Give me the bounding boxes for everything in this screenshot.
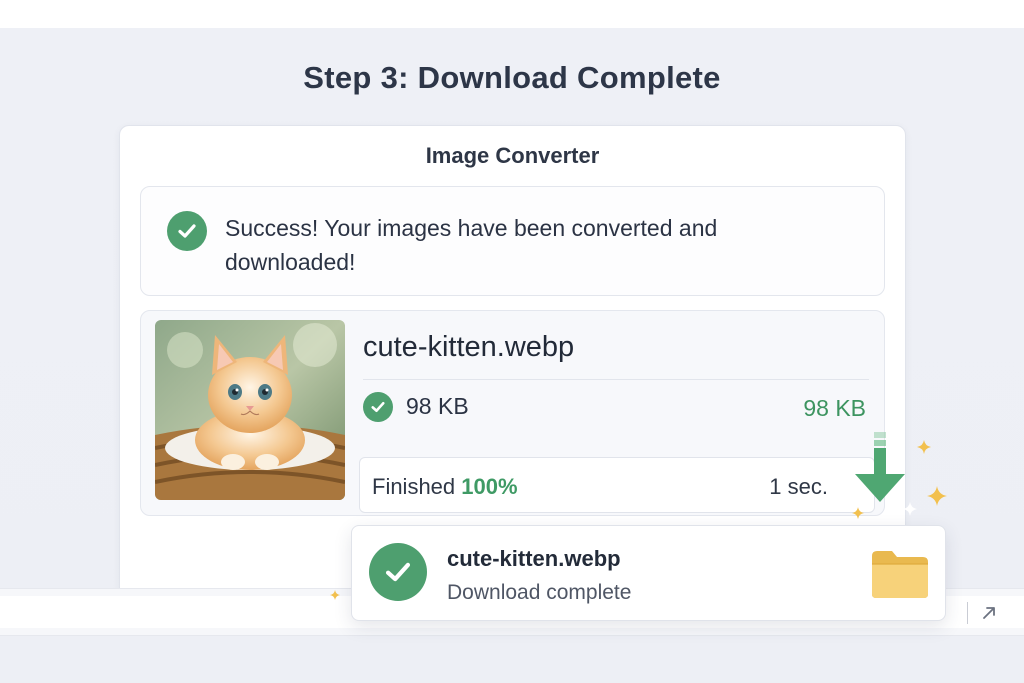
card-title: Image Converter bbox=[425, 143, 600, 168]
elapsed-time: 1 sec. bbox=[769, 474, 828, 499]
folder-icon[interactable] bbox=[870, 548, 930, 600]
original-size: 98 KB bbox=[406, 393, 469, 419]
kitten-thumbnail[interactable] bbox=[155, 320, 345, 500]
page-title: Step 3: Download Complete bbox=[303, 60, 721, 95]
converted-size: 98 KB bbox=[803, 395, 866, 421]
sparkle-icon bbox=[927, 486, 947, 506]
progress-label-text: Finished bbox=[372, 474, 456, 499]
check-circle-icon bbox=[369, 543, 427, 601]
sparkle-icon bbox=[852, 507, 864, 519]
check-circle-icon bbox=[363, 392, 393, 422]
top-strip bbox=[0, 0, 1024, 28]
sparkle-icon bbox=[903, 502, 917, 516]
toast-file-name: cute-kitten.webp bbox=[447, 546, 621, 571]
download-complete-toast[interactable]: cute-kitten.webp Download complete bbox=[351, 525, 946, 621]
sparkle-icon bbox=[330, 590, 340, 600]
progress-label: Finished 100% bbox=[372, 474, 518, 500]
sparkle-icon bbox=[917, 440, 931, 454]
download-arrow-icon bbox=[855, 432, 905, 502]
sparkle-icon bbox=[316, 560, 334, 578]
divider bbox=[363, 379, 869, 380]
toast-status: Download complete bbox=[447, 581, 632, 604]
bar-separator bbox=[967, 602, 968, 624]
progress-status: Finished 100% 1 sec. bbox=[359, 457, 875, 513]
check-circle-icon bbox=[167, 211, 207, 251]
success-banner: Success! Your images have been converted… bbox=[140, 186, 885, 296]
file-item: cute-kitten.webp 98 KB 98 KB Finished 10… bbox=[140, 310, 885, 516]
expand-arrow-icon[interactable] bbox=[980, 604, 998, 622]
success-message: Success! Your images have been converted… bbox=[225, 215, 718, 275]
progress-percent: 100% bbox=[461, 474, 518, 499]
file-name: cute-kitten.webp bbox=[363, 331, 575, 363]
